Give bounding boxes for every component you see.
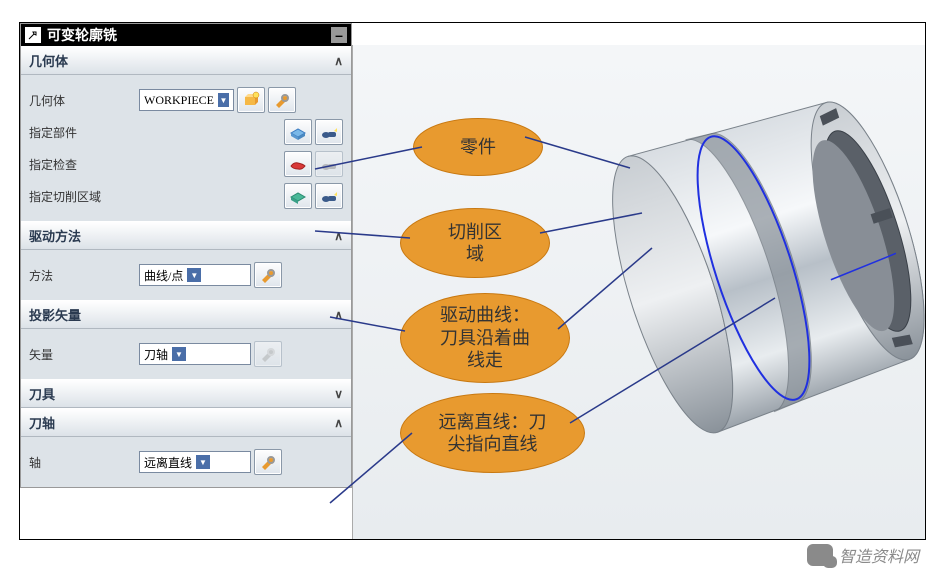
display-check-button [315,151,343,177]
dialog-titlebar: 可变轮廓铣 – [21,24,351,46]
section-tool-axis-body: 轴 远离直线 ▼ [21,437,351,487]
section-projection-title: 投影矢量 [29,305,81,324]
edit-geometry-button[interactable] [268,87,296,113]
dropdown-arrow-icon: ▼ [218,93,229,107]
section-tool-axis-header[interactable]: 刀轴 ∧ [21,408,351,437]
app-frame: 可变轮廓铣 – 几何体 ∧ 几何体 WORKPIECE ▼ [19,22,926,540]
callout-part-text: 零件 [460,136,496,159]
wechat-icon [807,544,833,566]
specify-part-button[interactable] [284,119,312,145]
specify-cut-area-label: 指定切削区域 [29,188,139,205]
callout-drive-curve-text: 驱动曲线： 刀具沿着曲 线走 [440,304,530,372]
dropdown-arrow-icon: ▼ [187,268,201,282]
edit-drive-button[interactable] [254,262,282,288]
section-drive-header[interactable]: 驱动方法 ∧ [21,221,351,250]
section-drive-body: 方法 曲线/点 ▼ [21,250,351,300]
callout-away-line: 远离直线：刀 尖指向直线 [400,393,585,473]
edit-tool-axis-button[interactable] [254,449,282,475]
dropdown-arrow-icon: ▼ [172,347,186,361]
pin-icon[interactable] [25,27,41,43]
drive-method-value: 曲线/点 [144,267,183,284]
drive-method-label: 方法 [29,267,139,284]
callout-part: 零件 [413,118,543,176]
section-drive-title: 驱动方法 [29,226,81,245]
dropdown-arrow-icon: ▼ [196,455,210,469]
section-projection-header[interactable]: 投影矢量 ∧ [21,300,351,329]
edit-projection-button [254,341,282,367]
drive-method-dropdown[interactable]: 曲线/点 ▼ [139,264,251,286]
specify-check-button[interactable] [284,151,312,177]
specify-cut-area-button[interactable] [284,183,312,209]
new-geometry-button[interactable] [237,87,265,113]
section-geometry-title: 几何体 [29,51,68,70]
callout-cut-area: 切削区 域 [400,208,550,278]
callout-cut-area-text: 切削区 域 [448,221,502,266]
display-part-button[interactable] [315,119,343,145]
section-tool-title: 刀具 [29,384,55,403]
section-geometry-header[interactable]: 几何体 ∧ [21,46,351,75]
tool-axis-label: 轴 [29,454,139,471]
section-tool-header[interactable]: 刀具 ∨ [21,379,351,408]
chevron-up-icon: ∧ [334,308,343,322]
watermark-text: 智造资料网 [839,543,919,567]
chevron-down-icon: ∨ [334,387,343,401]
geometry-label: 几何体 [29,92,139,109]
section-tool-axis-title: 刀轴 [29,413,55,432]
chevron-up-icon: ∧ [334,54,343,68]
callout-away-line-text: 远离直线：刀 尖指向直线 [439,411,547,456]
variable-contour-dialog: 可变轮廓铣 – 几何体 ∧ 几何体 WORKPIECE ▼ [20,23,352,488]
section-projection-body: 矢量 刀轴 ▼ [21,329,351,379]
chevron-up-icon: ∧ [334,229,343,243]
watermark: 智造资料网 [807,543,919,567]
projection-vector-dropdown[interactable]: 刀轴 ▼ [139,343,251,365]
geometry-value: WORKPIECE [144,93,214,108]
display-cut-area-button[interactable] [315,183,343,209]
projection-vector-value: 刀轴 [144,346,168,363]
specify-part-label: 指定部件 [29,124,139,141]
tool-axis-dropdown[interactable]: 远离直线 ▼ [139,451,251,473]
minimize-button[interactable]: – [331,27,347,43]
dialog-title: 可变轮廓铣 [47,25,117,45]
section-geometry-body: 几何体 WORKPIECE ▼ 指定部件 [21,75,351,221]
tool-axis-value: 远离直线 [144,454,192,471]
part-geometry [553,65,945,465]
projection-vector-label: 矢量 [29,346,139,363]
geometry-dropdown[interactable]: WORKPIECE ▼ [139,89,234,111]
specify-check-label: 指定检查 [29,156,139,173]
chevron-up-icon: ∧ [334,416,343,430]
callout-drive-curve: 驱动曲线： 刀具沿着曲 线走 [400,293,570,383]
